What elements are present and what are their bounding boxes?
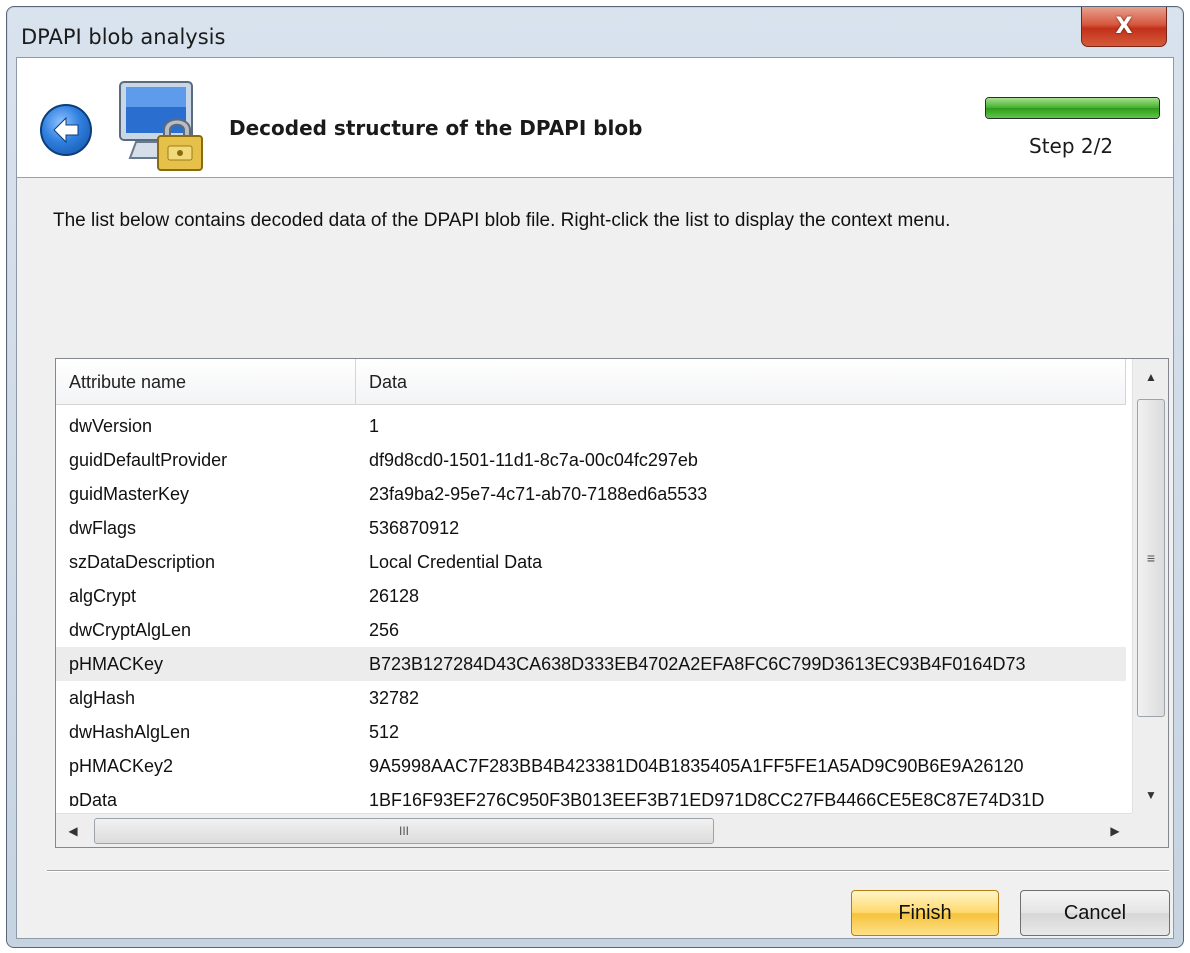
attribute-name-cell: dwVersion — [69, 416, 153, 436]
description-text: The list below contains decoded data of … — [53, 210, 951, 231]
attribute-data-cell: 23fa9ba2-95e7-4c71-ab70-7188ed6a5533 — [369, 484, 708, 504]
vertical-scrollbar[interactable]: ▲ ≡ ▼ — [1132, 359, 1168, 815]
column-header-data[interactable]: Data — [356, 359, 1126, 405]
cancel-button[interactable]: Cancel — [1020, 890, 1170, 936]
attribute-data-cell: 512 — [369, 722, 400, 742]
attribute-name-cell: algCrypt — [69, 586, 137, 606]
list-item[interactable]: algHash 32782 — [56, 681, 1126, 715]
step-label: Step 2/2 — [1029, 134, 1114, 158]
page-title: Decoded structure of the DPAPI blob — [229, 116, 643, 140]
monitor-padlock-icon — [119, 81, 203, 171]
blob-attributes-list[interactable]: Attribute name Data dwVersion 1 guidDefaul… — [55, 358, 1169, 848]
list-item[interactable]: pHMACKey2 9A5998AAC7F283BB4B423381D04B183… — [56, 749, 1126, 783]
attribute-data-cell: 1 — [369, 416, 380, 436]
list-item[interactable]: szDataDescription Local Credential Data — [56, 545, 1126, 579]
attribute-name-cell: pHMACKey — [69, 654, 164, 674]
list-item[interactable]: dwFlags 536870912 — [56, 511, 1126, 545]
back-button[interactable] — [40, 104, 92, 156]
list-item[interactable]: pHMACKey B723B127284D43CA638D333EB4702A2E… — [56, 647, 1126, 681]
list-rows: dwVersion 1 guidDefaultProvider df9d8cd0-15… — [56, 409, 1126, 806]
attribute-data-cell: 32782 — [369, 688, 420, 708]
scrollbar-corner — [1132, 813, 1168, 847]
attribute-data-cell: df9d8cd0-1501-11d1-8c7a-00c04fc297eb — [369, 450, 698, 470]
horizontal-scrollbar[interactable]: ◀ III ▶ — [56, 813, 1134, 847]
close-button[interactable]: X — [1081, 7, 1167, 47]
grip-icon: ≡ — [1146, 550, 1156, 566]
attribute-data-cell: 9A5998AAC7F283BB4B423381D04B1835405A1FF5… — [369, 756, 1024, 776]
wizard-content: Decoded structure of the DPAPI blob Step… — [16, 57, 1174, 939]
progress-fill — [986, 98, 1159, 118]
title-bar: DPAPI blob analysis X — [7, 7, 1183, 63]
footer-separator — [47, 870, 1169, 872]
list-item[interactable]: dwHashAlgLen 512 — [56, 715, 1126, 749]
list-item[interactable]: dwVersion 1 — [56, 409, 1126, 443]
attribute-name-cell: pData — [69, 790, 118, 806]
close-icon: X — [1115, 14, 1133, 39]
list-item[interactable]: guidMasterKey 23fa9ba2-95e7-4c71-ab70-718… — [56, 477, 1126, 511]
dialog-window: DPAPI blob analysis X Decoded structure … — [6, 6, 1184, 948]
window-title: DPAPI blob analysis — [21, 25, 226, 49]
column-header-attribute[interactable]: Attribute name — [56, 359, 356, 405]
attribute-data-cell: 26128 — [369, 586, 420, 606]
attribute-name-cell: dwCryptAlgLen — [69, 620, 192, 640]
list-item[interactable]: dwCryptAlgLen 256 — [56, 613, 1126, 647]
attribute-data-cell: Local Credential Data — [369, 552, 543, 572]
attribute-name-cell: guidDefaultProvider — [69, 450, 228, 470]
list-item[interactable]: guidDefaultProvider df9d8cd0-1501-11d1-8c… — [56, 443, 1126, 477]
list-item[interactable]: algCrypt 26128 — [56, 579, 1126, 613]
finish-button[interactable]: Finish — [851, 890, 999, 936]
attribute-data-cell: B723B127284D43CA638D333EB4702A2EFA8FC6C7… — [369, 654, 1026, 674]
attribute-name-cell: guidMasterKey — [69, 484, 190, 504]
step-progress-bar — [985, 97, 1160, 119]
attribute-name-cell: algHash — [69, 688, 136, 708]
scroll-right-icon[interactable]: ▶ — [1098, 814, 1132, 848]
scroll-left-icon[interactable]: ◀ — [56, 814, 90, 848]
attribute-name-cell: dwFlags — [69, 518, 137, 538]
horizontal-scroll-thumb[interactable]: III — [94, 818, 714, 844]
scroll-up-icon[interactable]: ▲ — [1133, 359, 1169, 395]
back-arrow-icon — [53, 116, 79, 144]
attribute-name-cell: dwHashAlgLen — [69, 722, 191, 742]
attribute-name-cell: szDataDescription — [69, 552, 216, 572]
scroll-down-icon[interactable]: ▼ — [1133, 777, 1169, 813]
vertical-scroll-thumb[interactable]: ≡ — [1137, 399, 1165, 717]
grip-icon: III — [398, 824, 409, 838]
wizard-header: Decoded structure of the DPAPI blob Step… — [17, 58, 1173, 178]
attribute-data-cell: 1BF16F93EF276C950F3B013EEF3B71ED971D8CC2… — [369, 790, 1045, 806]
attribute-data-cell: 256 — [369, 620, 400, 640]
list-item[interactable]: pData 1BF16F93EF276C950F3B013EEF3B71ED971… — [56, 783, 1126, 806]
attribute-name-cell: pHMACKey2 — [69, 756, 174, 776]
list-header: Attribute name Data — [56, 359, 1126, 405]
attribute-data-cell: 536870912 — [369, 518, 460, 538]
